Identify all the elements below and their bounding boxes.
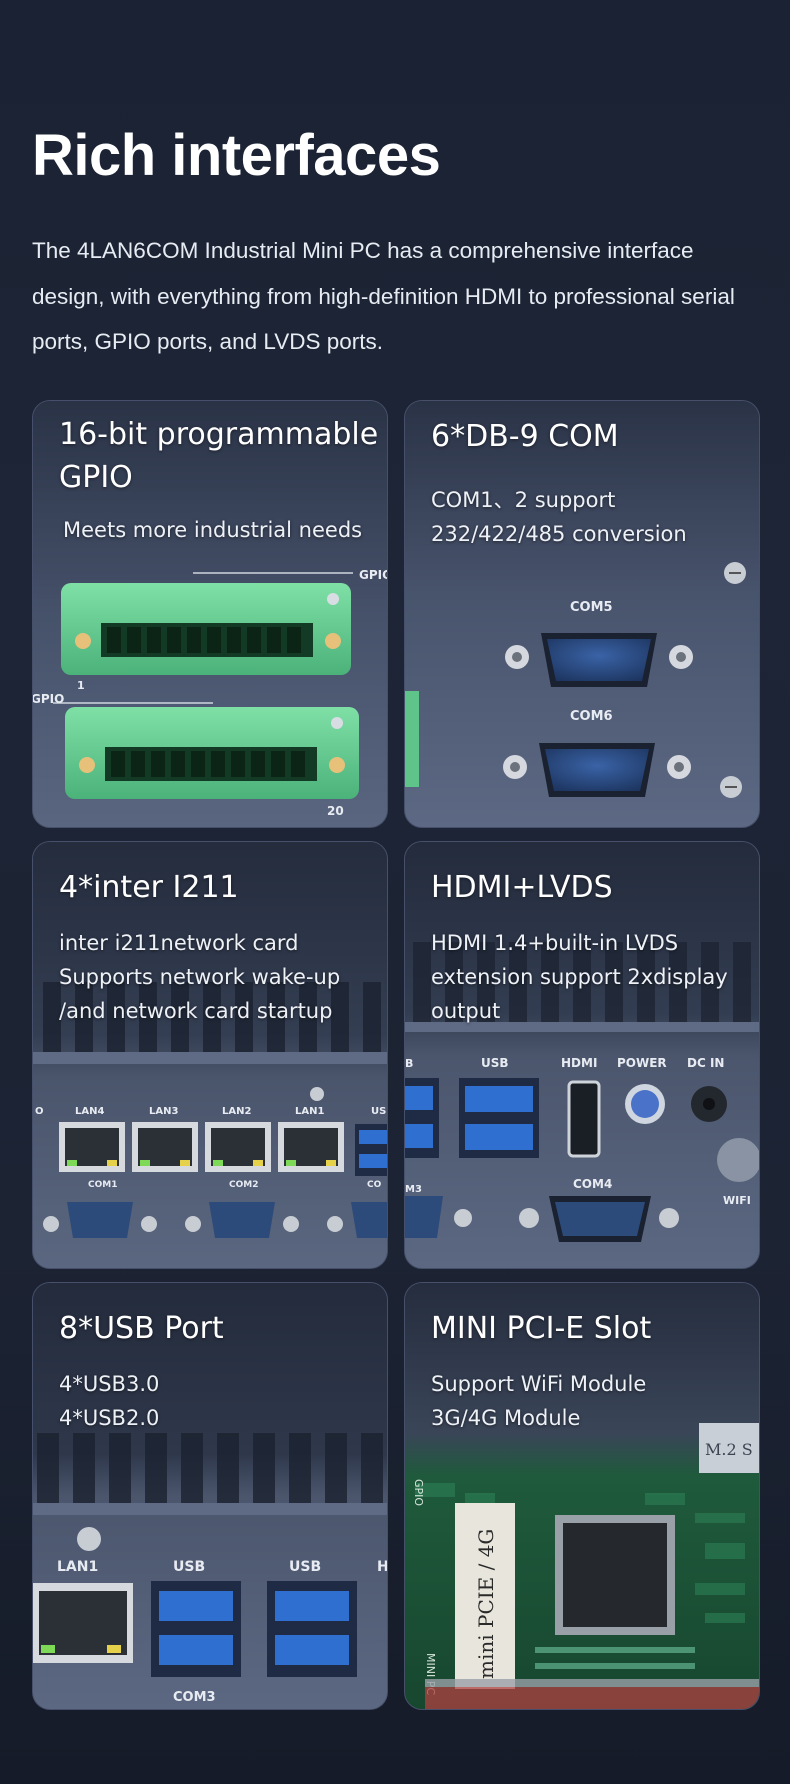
usb-partial-label: B bbox=[405, 1057, 413, 1070]
gpio-pin-20-label: 20 bbox=[327, 804, 344, 818]
card-subtitle: HDMI 1.4+built-in LVDS extension support… bbox=[431, 931, 728, 1023]
card-title: 6*DB-9 COM bbox=[431, 419, 619, 454]
card-subtitle: 4*USB3.0 4*USB2.0 bbox=[59, 1372, 160, 1430]
card-mini-pcie: M.2 S mini PCIE / 4G MINI PC GPIO MINI P… bbox=[404, 1282, 760, 1710]
com3-label: COM3 bbox=[173, 1690, 216, 1705]
com-label: CO bbox=[367, 1180, 382, 1190]
gpio-label-left: GPIO bbox=[33, 692, 64, 706]
card-title: 8*USB Port bbox=[59, 1311, 224, 1346]
dc-in-label: DC IN bbox=[687, 1056, 724, 1070]
com1-label: COM1 bbox=[88, 1180, 117, 1190]
card-hdmi-lvds: B USB HDMI POWER DC IN WIFI M3 COM4 HDMI… bbox=[404, 841, 760, 1269]
lan1-label: LAN1 bbox=[57, 1559, 98, 1575]
power-label: POWER bbox=[617, 1056, 667, 1070]
card-title: 16-bit programmable GPIO bbox=[59, 417, 379, 495]
hdmi-label: HDMI bbox=[561, 1056, 597, 1070]
hdmi-partial-label: H bbox=[377, 1559, 388, 1575]
card-gpio: GPIO 1 GPIO 20 16-bit programmable GPIO … bbox=[32, 400, 388, 828]
lan2-label: LAN2 bbox=[222, 1106, 251, 1117]
com3-partial-label: M3 bbox=[405, 1184, 422, 1195]
page-title: Rich interfaces bbox=[32, 123, 441, 188]
card-title: HDMI+LVDS bbox=[431, 870, 613, 905]
m2-label: M.2 S bbox=[705, 1440, 753, 1459]
gpio-silk-label: GPIO bbox=[412, 1479, 425, 1506]
pcie-slot-label: mini PCIE / 4G bbox=[474, 1529, 498, 1679]
wifi-label: WIFI bbox=[723, 1194, 751, 1207]
lan-port-label: O bbox=[35, 1106, 44, 1117]
gpio-label-top: GPIO bbox=[359, 568, 388, 582]
usb-label: USB bbox=[173, 1559, 205, 1575]
db9-com-photo: COM5 COM6 bbox=[405, 401, 759, 827]
com4-label: COM4 bbox=[573, 1177, 612, 1191]
card-usb: LAN1 USB USB H COM3 8*USB Port 4*USB3.0 … bbox=[32, 1282, 388, 1710]
card-com: COM5 COM6 6*DB-9 COM COM1、2 support 232/… bbox=[404, 400, 760, 828]
card-lan: O LAN4 LAN3 LAN2 LAN1 US COM1 COM2 CO 4*… bbox=[32, 841, 388, 1269]
gpio-pin-1-label: 1 bbox=[77, 679, 85, 692]
com6-label: COM6 bbox=[570, 709, 613, 724]
usb-label: USB bbox=[481, 1056, 509, 1070]
com5-label: COM5 bbox=[570, 600, 613, 615]
card-subtitle: COM1、2 support 232/422/485 conversion bbox=[431, 488, 687, 546]
lan1-label: LAN1 bbox=[295, 1106, 324, 1117]
card-title: MINI PCI-E Slot bbox=[431, 1311, 652, 1346]
usb-label: USB bbox=[289, 1559, 321, 1575]
card-title: 4*inter I211 bbox=[59, 870, 239, 905]
usb-label: US bbox=[371, 1106, 386, 1117]
card-subtitle: Meets more industrial needs bbox=[63, 518, 363, 542]
lan3-label: LAN3 bbox=[149, 1106, 178, 1117]
lan4-label: LAN4 bbox=[75, 1106, 104, 1117]
card-subtitle: Support WiFi Module 3G/4G Module bbox=[431, 1372, 647, 1430]
com2-label: COM2 bbox=[229, 1180, 258, 1190]
intro-paragraph: The 4LAN6COM Industrial Mini PC has a co… bbox=[32, 238, 735, 354]
card-subtitle: inter i211network card Supports network … bbox=[59, 931, 341, 1023]
